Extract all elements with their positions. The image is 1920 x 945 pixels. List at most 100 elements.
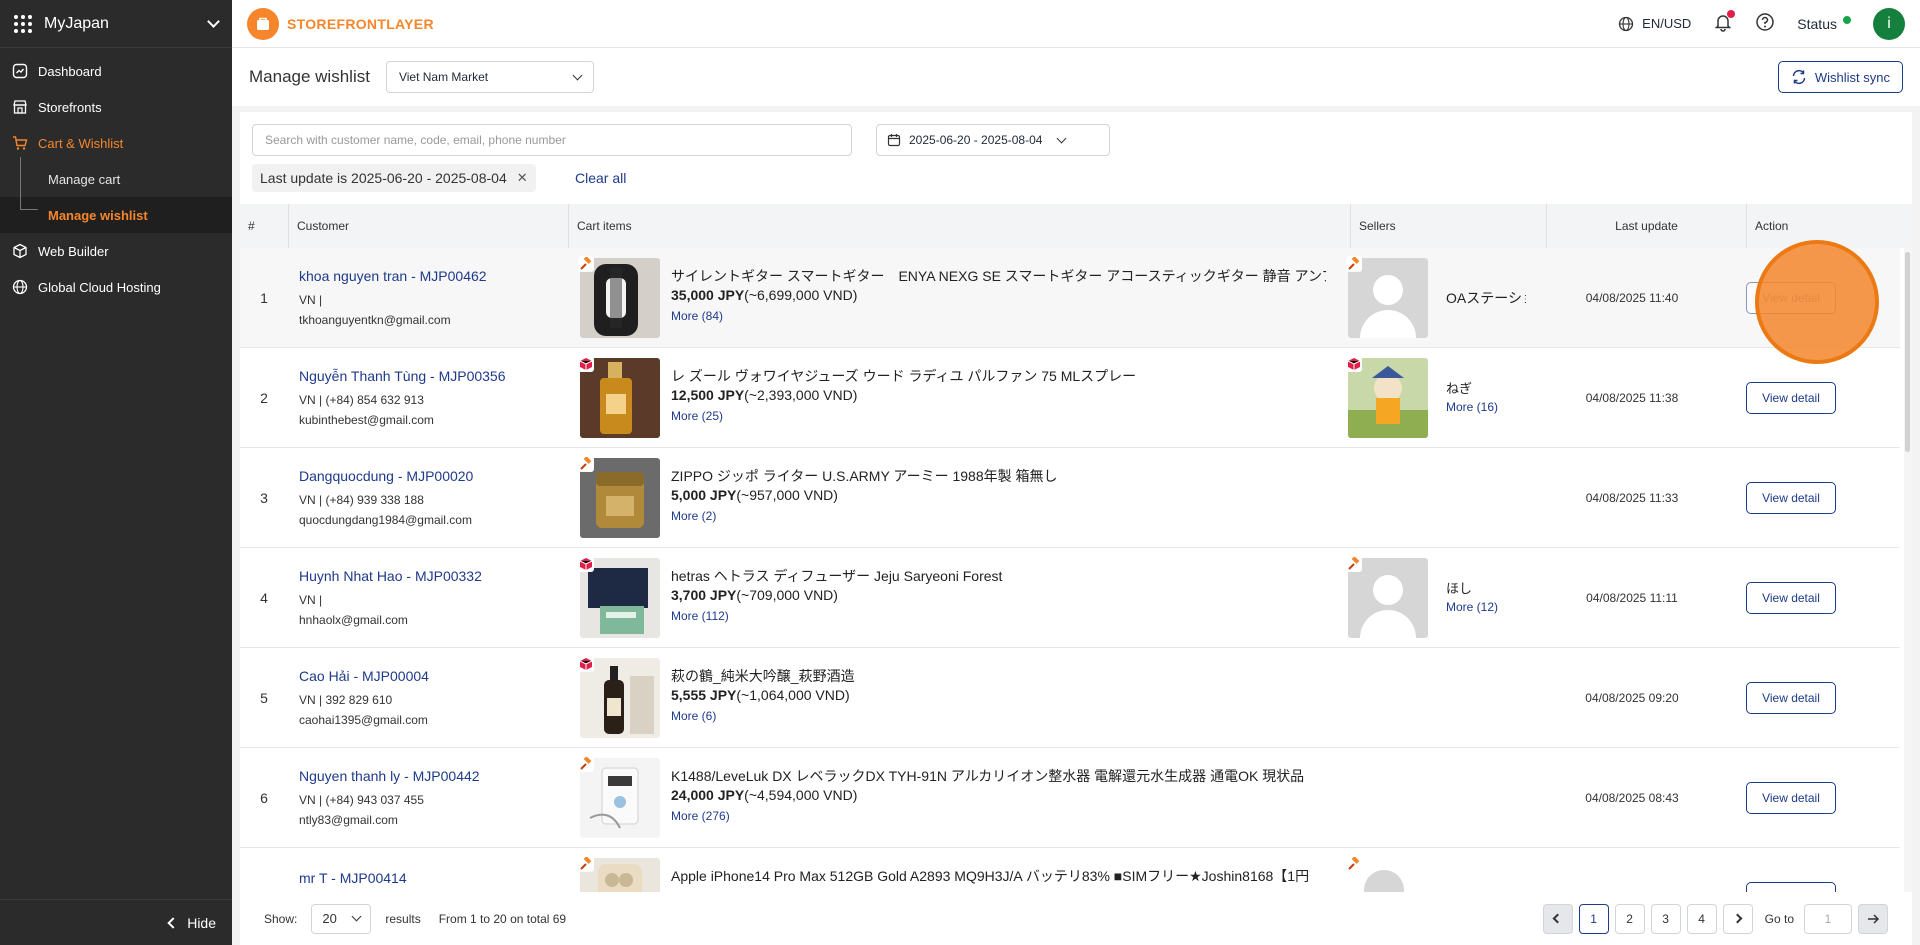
wishlist-sync-label: Wishlist sync [1814,69,1890,85]
user-avatar[interactable]: i [1873,7,1905,40]
item-title: 萩の鶴_純米大吟醸_萩野酒造 [671,668,855,684]
goto-page-input[interactable]: 1 [1804,903,1852,934]
item-price-jpy: 24,000 JPY [671,787,745,803]
auction-hammer-icon [578,856,594,872]
item-price: 12,500 JPY(~2,393,000 VND) [671,387,857,403]
item-price-jpy: 12,500 JPY [671,387,745,403]
hide-sidebar-button[interactable]: Hide [0,899,232,945]
item-title: K1488/LeveLuk DX レベラックDX TYH-91N アルカリイオン… [671,768,1305,784]
customer-name-link[interactable]: Cao Hải - MJP00004 [299,668,568,684]
row-index: 5 [260,690,268,706]
wishlist-table: # Customer Cart items Sellers Last updat… [240,204,1912,892]
page-button-4[interactable]: 4 [1686,903,1717,934]
item-price: 35,000 JPY(~6,699,000 VND) [671,287,857,303]
seller-name: ねぎ [1446,381,1473,396]
sidebar-item-label: Cart & Wishlist [38,135,124,151]
notification-dot [1727,10,1736,18]
sidebar-item-label: Storefronts [38,99,102,115]
more-items-link[interactable]: More (6) [671,709,716,723]
view-detail-button[interactable]: View detail [1746,682,1836,714]
item-price: 5,555 JPY(~1,064,000 VND) [671,687,850,703]
view-detail-button[interactable]: View detail [1746,482,1836,514]
page-size-select[interactable]: 20 [311,903,372,934]
more-items-link[interactable]: More (25) [671,409,723,423]
last-update-time: 04/08/2025 11:38 [1585,391,1679,405]
language-currency-selector[interactable]: EN/USD [1618,16,1691,32]
status-indicator[interactable]: Status [1797,15,1851,32]
help-icon [1756,13,1775,31]
sidebar-item-manage-wishlist[interactable]: Manage wishlist [0,197,232,233]
more-items-link[interactable]: More (2) [671,509,716,523]
customer-name-link[interactable]: mr T - MJP00414 [299,870,568,886]
sidebar-item-cart-wishlist[interactable]: Cart & Wishlist [0,125,232,161]
date-range-picker[interactable]: 2025-06-20 - 2025-08-04 [876,124,1110,156]
customer-name-link[interactable]: Nguyen thanh ly - MJP00442 [299,768,568,784]
customer-phone: VN | [299,293,323,307]
view-detail-button[interactable]: View detail [1746,882,1836,892]
close-icon[interactable]: ✕ [517,170,528,186]
prev-page-button[interactable] [1542,903,1573,934]
last-update-time: 04/08/2025 11:33 [1585,491,1679,505]
more-items-link[interactable]: More (84) [671,309,723,323]
more-items-link[interactable]: More (112) [671,609,729,623]
globe-icon [1619,16,1634,31]
view-detail-button[interactable]: View detail [1746,582,1836,614]
page-button-1[interactable]: 1 [1578,903,1609,934]
seller-avatar[interactable] [1364,870,1404,892]
sidebar-item-dashboard[interactable]: Dashboard [0,53,232,89]
tree-branch [20,209,38,210]
next-page-button[interactable] [1722,903,1753,934]
view-detail-button[interactable]: View detail [1746,782,1836,814]
seller-more-link[interactable]: More (16) [1446,400,1498,414]
customer-email: kubinthebest@gmail.com [299,413,434,427]
customer-phone: VN | 392 829 610 [299,693,393,707]
customer-email: quocdungdang1984@gmail.com [299,513,472,527]
view-detail-button[interactable]: View detail [1746,382,1836,414]
page-button-2[interactable]: 2 [1614,903,1645,934]
goto-submit-button[interactable] [1858,903,1888,934]
row-index: 6 [260,790,268,806]
sidebar-item-label: Web Builder [38,243,109,259]
clear-all-link[interactable]: Clear all [575,170,626,186]
shop-cube-icon [578,656,594,672]
results-range: From 1 to 20 on total 69 [438,911,567,926]
auction-hammer-icon [578,256,594,272]
customer-phone: VN | [299,593,323,607]
page-title: Manage wishlist [249,67,370,86]
market-select-value: Viet Nam Market [398,70,489,84]
search-input[interactable]: Search with customer name, code, email, … [252,124,852,156]
customer-name-link[interactable]: Nguyễn Thanh Tùng - MJP00356 [299,368,568,384]
more-items-link[interactable]: More (276) [671,809,730,823]
seller-more-link[interactable]: More (12) [1446,600,1498,614]
customer-name-link[interactable]: Huynh Nhat Hao - MJP00332 [299,568,568,584]
last-update-time: 04/08/2025 11:11 [1586,591,1678,605]
wishlist-sync-button[interactable]: Wishlist sync [1777,61,1903,93]
sidebar-item-manage-cart[interactable]: Manage cart [0,161,232,197]
scrollbar-thumb[interactable] [1905,252,1910,452]
tree-line [20,157,21,210]
date-range-value: 2025-06-20 - 2025-08-04 [909,133,1043,147]
item-price: 24,000 JPY(~4,594,000 VND) [671,787,857,803]
page-button-3[interactable]: 3 [1650,903,1681,934]
help-button[interactable] [1755,12,1775,35]
customer-phone: VN | (+84) 939 338 188 [299,493,424,507]
chevron-left-icon [1552,913,1563,924]
sidebar-item-web-builder[interactable]: Web Builder [0,233,232,269]
customer-email: hnhaolx@gmail.com [299,613,408,627]
item-price: 3,700 JPY(~709,000 VND) [671,587,838,603]
customer-email: tkhoanguyentkn@gmail.com [299,313,451,327]
sidebar-item-storefronts[interactable]: Storefronts [0,89,232,125]
customer-name-link[interactable]: Dangquocdung - MJP00020 [299,468,568,484]
seller-name: ほし [1446,581,1473,596]
last-update-time: 04/08/2025 08:43 [1585,791,1679,805]
notifications-button[interactable] [1713,10,1736,35]
customer-name-link[interactable]: khoa nguyen tran - MJP00462 [299,268,568,284]
chevron-left-icon [167,916,179,929]
results-label: results [385,911,421,926]
table-scrollbar[interactable] [1904,248,1912,892]
row-index: 1 [260,290,268,306]
market-select[interactable]: Viet Nam Market [385,61,594,93]
app-switcher[interactable]: MyJapan [0,0,232,48]
brand-logo[interactable]: STOREFRONTLAYER [247,7,434,40]
sidebar-item-global-cloud-hosting[interactable]: Global Cloud Hosting [0,269,232,305]
